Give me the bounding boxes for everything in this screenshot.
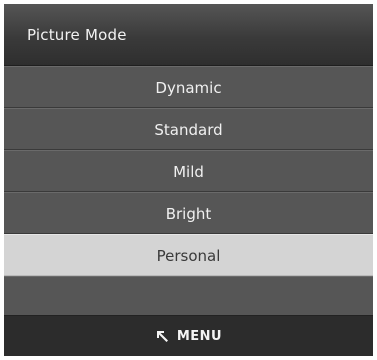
option-dynamic[interactable]: Dynamic [4,66,373,108]
return-icon [156,331,168,342]
option-label: Mild [173,163,204,181]
option-mild[interactable]: Mild [4,150,373,192]
empty-row [4,276,373,318]
menu-header: Picture Mode [4,4,373,66]
menu-back-button[interactable]: MENU [4,315,373,356]
menu-label: MENU [176,328,223,344]
option-personal[interactable]: Personal [4,234,373,276]
picture-mode-menu: Picture Mode Dynamic Standard Mild Brigh… [4,4,373,356]
option-label: Standard [154,121,223,139]
option-label: Bright [165,205,212,223]
option-standard[interactable]: Standard [4,108,373,150]
option-label: Personal [156,247,221,265]
option-bright[interactable]: Bright [4,192,373,234]
menu-title: Picture Mode [27,26,127,44]
option-label: Dynamic [155,79,222,97]
picture-mode-list: Dynamic Standard Mild Bright Personal [4,66,373,318]
